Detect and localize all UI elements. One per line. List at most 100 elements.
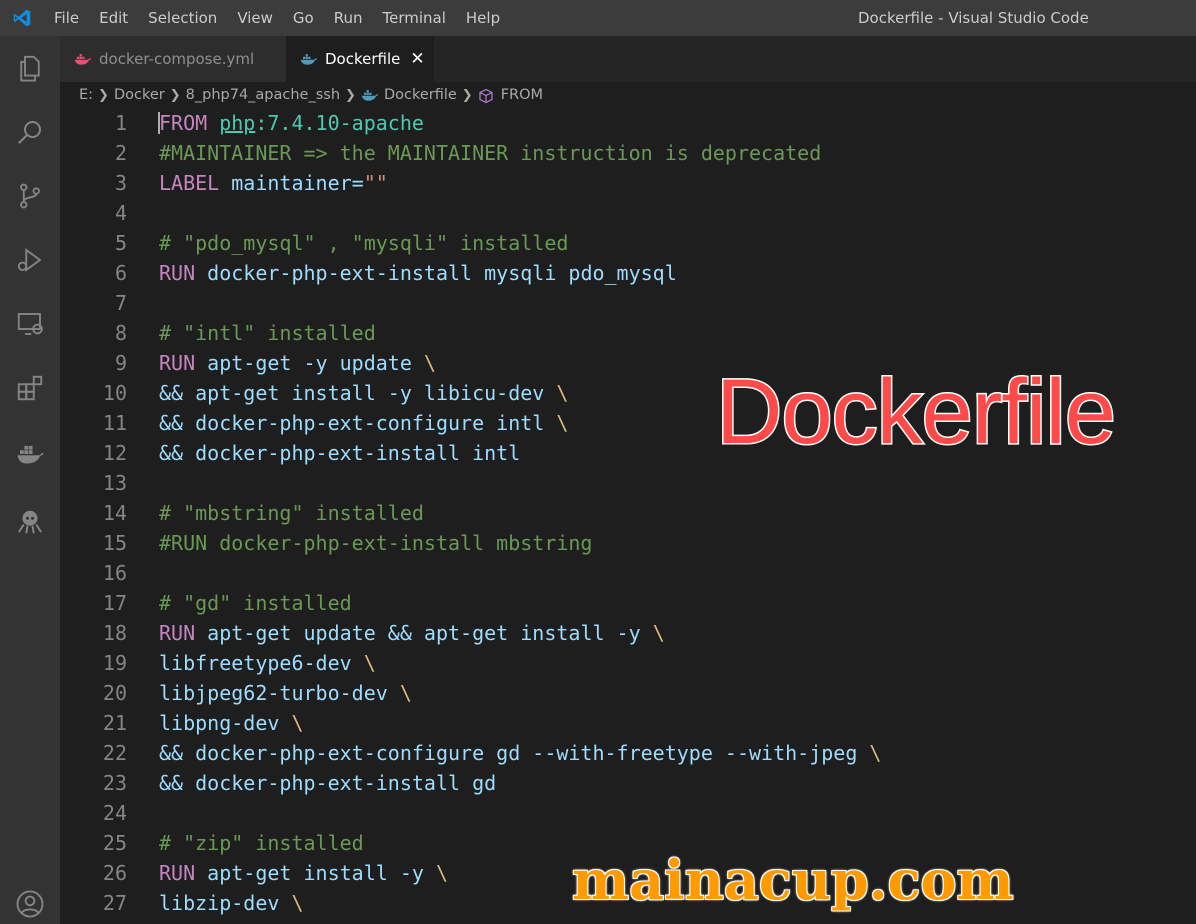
breadcrumb-item-file[interactable]: Dockerfile xyxy=(384,87,457,103)
line-number: 26 xyxy=(102,861,127,885)
line-number: 11 xyxy=(102,411,127,435)
window-title: Dockerfile - Visual Studio Code xyxy=(858,9,1089,27)
line-number: 2 xyxy=(114,141,127,165)
run-debug-icon[interactable] xyxy=(0,232,60,288)
code-token: \ xyxy=(652,621,665,645)
code-token: docker-php-ext-install mysqli pdo_mysql xyxy=(195,261,677,285)
search-icon[interactable] xyxy=(0,104,60,160)
code-line[interactable]: 6 RUN docker-php-ext-install mysqli pdo_m… xyxy=(60,258,1196,288)
account-icon[interactable] xyxy=(0,876,60,924)
code-line[interactable]: 8 # "intl" installed xyxy=(60,318,1196,348)
code-line[interactable]: 19 libfreetype6-dev \ xyxy=(60,648,1196,678)
symbol-cube-icon xyxy=(478,88,496,104)
code-text: RUN apt-get install -y \ xyxy=(159,858,448,888)
code-line[interactable]: 18 RUN apt-get update && apt-get install … xyxy=(60,618,1196,648)
docker-pink-icon xyxy=(74,52,92,66)
code-line[interactable]: 21 libpng-dev \ xyxy=(60,708,1196,738)
code-editor[interactable]: 1 FROM php:7.4.10-apache 2 #MAINTAINER => t… xyxy=(60,108,1196,924)
line-number: 18 xyxy=(102,621,127,645)
close-icon[interactable]: ✕ xyxy=(410,49,424,69)
code-token: RUN xyxy=(159,351,196,375)
code-text: && docker-php-ext-configure gd --with-fr… xyxy=(159,738,881,768)
code-text: libjpeg62-turbo-dev \ xyxy=(159,678,412,708)
code-line[interactable]: 7 xyxy=(60,288,1196,318)
menu-bar: File Edit Selection View Go Run Terminal… xyxy=(44,0,510,36)
code-text: && docker-php-ext-install intl xyxy=(159,438,520,468)
code-text: RUN apt-get -y update \ xyxy=(159,348,436,378)
code-token: maintainer= xyxy=(219,171,364,195)
code-line[interactable]: 23 && docker-php-ext-install gd xyxy=(60,768,1196,798)
code-line[interactable]: 1 FROM php:7.4.10-apache xyxy=(60,108,1196,138)
docker-blue-icon xyxy=(361,88,379,102)
code-token: \ xyxy=(291,711,304,735)
code-text: && docker-php-ext-configure intl \ xyxy=(159,408,568,438)
chevron-right-icon: ❯ xyxy=(345,87,356,103)
line-number: 21 xyxy=(102,711,127,735)
code-token: :7.4.10-apache xyxy=(255,111,424,135)
line-number: 6 xyxy=(114,261,127,285)
code-line[interactable]: 2 #MAINTAINER => the MAINTAINER instructi… xyxy=(60,138,1196,168)
breadcrumb-item-docker[interactable]: Docker xyxy=(114,87,165,103)
extensions-icon[interactable] xyxy=(0,360,60,416)
code-token: && docker-php-ext-configure gd --with-fr… xyxy=(159,741,870,765)
code-token: FROM xyxy=(159,111,208,135)
code-token: #MAINTAINER => the MAINTAINER instructio… xyxy=(159,141,822,165)
code-token: # "gd" installed xyxy=(159,591,352,615)
code-line[interactable]: 4 xyxy=(60,198,1196,228)
code-token: && apt-get install -y libicu-dev xyxy=(159,381,557,405)
code-token: \ xyxy=(399,681,412,705)
tab-dockerfile[interactable]: Dockerfile ✕ xyxy=(286,36,434,82)
line-number: 23 xyxy=(102,771,127,795)
docker-icon[interactable] xyxy=(0,426,60,482)
code-line[interactable]: 22 && docker-php-ext-configure gd --with-… xyxy=(60,738,1196,768)
line-number: 17 xyxy=(102,591,127,615)
breadcrumb: E: ❯ Docker ❯ 8_php74_apache_ssh ❯ Docke… xyxy=(60,82,1196,108)
remote-explorer-icon[interactable] xyxy=(0,296,60,352)
code-text: #MAINTAINER => the MAINTAINER instructio… xyxy=(159,138,821,168)
menu-file[interactable]: File xyxy=(44,0,89,36)
code-token: #RUN docker-php-ext-install mbstring xyxy=(159,531,593,555)
menu-edit[interactable]: Edit xyxy=(89,0,138,36)
github-octocat-icon[interactable] xyxy=(0,494,60,550)
breadcrumb-item-drive[interactable]: E: xyxy=(79,87,93,103)
menu-view[interactable]: View xyxy=(227,0,283,36)
code-line[interactable]: 17 # "gd" installed xyxy=(60,588,1196,618)
menu-terminal[interactable]: Terminal xyxy=(373,0,456,36)
code-line[interactable]: 3 LABEL maintainer="" xyxy=(60,168,1196,198)
line-number: 9 xyxy=(114,351,127,375)
code-token: RUN xyxy=(159,261,196,285)
watermark-site: mainacup.com xyxy=(572,848,1014,912)
menu-go[interactable]: Go xyxy=(283,0,324,36)
source-control-icon[interactable] xyxy=(0,168,60,224)
line-number: 8 xyxy=(114,321,127,345)
code-line[interactable]: 15 #RUN docker-php-ext-install mbstring xyxy=(60,528,1196,558)
code-text: # "intl" installed xyxy=(159,318,376,348)
line-number: 15 xyxy=(102,531,127,555)
line-number: 14 xyxy=(102,501,127,525)
line-number: 27 xyxy=(102,891,127,915)
code-text: && apt-get install -y libicu-dev \ xyxy=(159,378,568,408)
tab-docker-compose[interactable]: docker-compose.yml xyxy=(60,36,286,82)
code-line[interactable]: 13 xyxy=(60,468,1196,498)
menu-help[interactable]: Help xyxy=(456,0,510,36)
breadcrumb-item-folder[interactable]: 8_php74_apache_ssh xyxy=(186,87,340,103)
breadcrumb-item-symbol[interactable]: FROM xyxy=(501,87,543,103)
code-token: \ xyxy=(556,411,569,435)
tab-label: docker-compose.yml xyxy=(99,50,255,68)
explorer-icon[interactable] xyxy=(0,40,60,96)
code-line[interactable]: 20 libjpeg62-turbo-dev \ xyxy=(60,678,1196,708)
code-token: libpng-dev xyxy=(159,711,292,735)
menu-run[interactable]: Run xyxy=(324,0,373,36)
code-line[interactable]: 14 # "mbstring" installed xyxy=(60,498,1196,528)
vscode-logo-icon xyxy=(0,0,44,36)
code-line[interactable]: 5 # "pdo_mysql" , "mysqli" installed xyxy=(60,228,1196,258)
code-text: libpng-dev \ xyxy=(159,708,304,738)
code-line[interactable]: 16 xyxy=(60,558,1196,588)
editor-tab-bar: docker-compose.yml Dockerfile ✕ xyxy=(60,36,1196,82)
code-token: apt-get install -y xyxy=(195,861,436,885)
chevron-right-icon: ❯ xyxy=(98,87,109,103)
text-cursor xyxy=(158,112,160,134)
code-line[interactable]: 24 xyxy=(60,798,1196,828)
menu-selection[interactable]: Selection xyxy=(138,0,227,36)
